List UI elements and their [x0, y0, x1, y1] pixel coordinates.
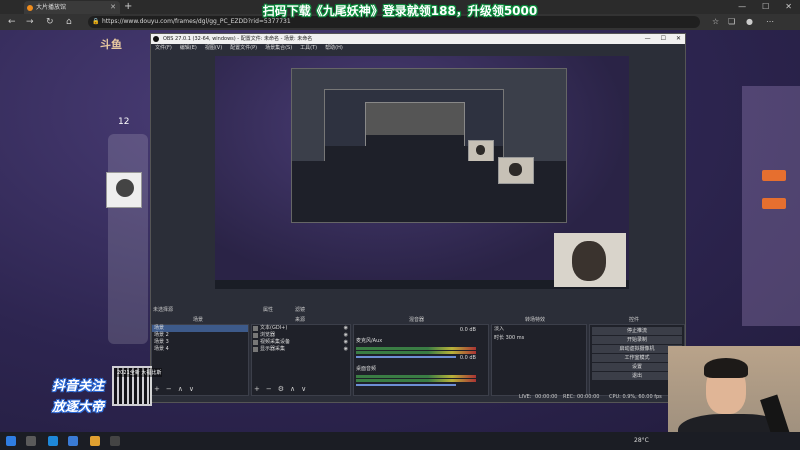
- nested-screen-2: [291, 68, 567, 223]
- obs-maximize-icon[interactable]: ☐: [661, 34, 666, 44]
- nested-webcam: [498, 157, 534, 184]
- source-item[interactable]: 显示器采集 ◉: [252, 346, 350, 353]
- edge-icon[interactable]: [48, 436, 58, 446]
- stop-streaming-button[interactable]: 停止推流: [592, 327, 682, 335]
- source-label: 显示器采集: [260, 346, 286, 352]
- mixer-track: 桌面音频 0.0 dB: [356, 355, 476, 386]
- weather-temp: 28°C: [634, 437, 649, 444]
- sources-dock: 文本(GDI+) ◉ 浏览器 ◉ 视频采集设备 ◉ 显示器采集 ◉ + − ⚙ …: [251, 324, 351, 396]
- streamer-hair: [704, 358, 748, 378]
- transition-duration-row: 时长 300 ms: [492, 334, 586, 343]
- controls-header: 控件: [629, 317, 640, 323]
- obs-taskbar-icon[interactable]: [110, 436, 120, 446]
- camera-icon: [253, 340, 258, 345]
- visibility-eye-icon[interactable]: ◉: [344, 325, 348, 332]
- gift-pill[interactable]: [762, 170, 786, 181]
- menu-file[interactable]: 文件(F): [155, 44, 172, 53]
- promo-banner: 扫码下载《九尾妖神》登录就领188，升级领5000: [262, 4, 538, 18]
- volume-meter: [356, 375, 476, 378]
- nested-webcam: [468, 140, 494, 162]
- visibility-eye-icon[interactable]: ◉: [344, 339, 348, 346]
- transitions-dock: 淡入 时长 300 ms: [491, 324, 587, 396]
- obs-status-bar: LIVE: 00:00:00 REC: 00:00:00 CPU: 0.9%, …: [151, 392, 687, 402]
- obs-close-icon[interactable]: ✕: [676, 34, 681, 44]
- mixer-db: 0.0 dB: [459, 355, 476, 361]
- obs-menu-bar: 文件(F) 编辑(E) 视图(V) 配置文件(P) 场景集合(S) 工具(T) …: [151, 44, 685, 53]
- site-logo[interactable]: 斗鱼: [100, 36, 122, 52]
- no-source-label: 未选择源: [153, 307, 174, 313]
- search-icon[interactable]: [26, 436, 36, 446]
- qr-caption: 2021全新 大福比斯: [116, 368, 163, 377]
- obs-minimize-icon[interactable]: —: [645, 34, 651, 44]
- mixer-header: 混音器: [409, 317, 425, 323]
- folder-icon[interactable]: [90, 436, 100, 446]
- dock-titles: 未选择源 属性 滤镜: [151, 306, 687, 314]
- obs-window: OBS 27.0.1 (32-64, windows) - 配置文件: 未命名 …: [150, 33, 686, 403]
- volume-meter: [356, 379, 476, 382]
- visibility-eye-icon[interactable]: ◉: [344, 332, 348, 339]
- source-label: 浏览器: [260, 332, 276, 338]
- mixer-track-name: 麦克风/Aux: [356, 338, 383, 344]
- side-count: 12: [118, 117, 130, 127]
- mixer-dock: 麦克风/Aux 0.0 dB 桌面音频 0.0 dB: [353, 324, 489, 396]
- scene-item[interactable]: 场景 2: [152, 332, 248, 339]
- scene-item[interactable]: 场景 4: [152, 346, 248, 353]
- mixer-track-name: 桌面音频: [356, 366, 377, 372]
- url-text: https://www.douyu.com/frames/dgl/gg_PC_E…: [102, 18, 291, 25]
- menu-help[interactable]: 帮助(H): [325, 44, 343, 53]
- duration-label: 时长: [494, 335, 505, 341]
- source-label: 视频采集设备: [260, 339, 291, 345]
- start-recording-button[interactable]: 开始录制: [592, 336, 682, 344]
- scenes-header: 场景: [193, 317, 204, 323]
- menu-scene-collection[interactable]: 场景集合(S): [265, 44, 292, 53]
- live-label: LIVE:: [519, 394, 532, 400]
- side-card: [108, 134, 148, 344]
- obs-title-text: OBS 27.0.1 (32-64, windows) - 配置文件: 未命名 …: [163, 36, 313, 42]
- browser-icon: [253, 333, 258, 338]
- scene-item[interactable]: 场景 3: [152, 339, 248, 346]
- app-icon[interactable]: [68, 436, 78, 446]
- scenes-dock: 场景 场景 2 场景 3 场景 4 + − ∧ ∨: [151, 324, 249, 396]
- cpu-fps: CPU: 0.9%, 60.00 fps: [609, 394, 662, 400]
- mixer-db: 0.0 dB: [459, 327, 476, 333]
- duration-input[interactable]: 300 ms: [506, 335, 525, 341]
- properties-tab[interactable]: 属性: [263, 306, 273, 313]
- text-icon: [253, 326, 258, 331]
- scene-item[interactable]: 场景: [152, 325, 248, 332]
- menu-profile[interactable]: 配置文件(P): [230, 44, 257, 53]
- rec-time: 00:00:00: [577, 394, 600, 400]
- volume-slider[interactable]: [356, 384, 456, 386]
- follow-line: 放逐大帝: [52, 400, 105, 415]
- source-item[interactable]: 文本(GDI+) ◉: [252, 325, 350, 332]
- monitor-icon: [253, 347, 258, 352]
- transitions-header: 转场特效: [525, 317, 546, 323]
- filters-tab[interactable]: 滤镜: [295, 306, 305, 313]
- menu-tools[interactable]: 工具(T): [300, 44, 317, 53]
- menu-view[interactable]: 视图(V): [205, 44, 222, 53]
- start-icon[interactable]: [6, 436, 16, 446]
- volume-meter: [356, 351, 476, 354]
- obs-title-bar: OBS 27.0.1 (32-64, windows) - 配置文件: 未命名 …: [151, 34, 685, 44]
- sources-header: 来源: [295, 317, 306, 323]
- visibility-eye-icon[interactable]: ◉: [344, 346, 348, 353]
- live-time: 00:00:00: [535, 394, 558, 400]
- follow-line: 抖音关注: [52, 379, 105, 394]
- anchor-avatar[interactable]: [106, 172, 142, 208]
- windows-taskbar: 28°C: [0, 432, 800, 450]
- source-item[interactable]: 视频采集设备 ◉: [252, 339, 350, 346]
- source-item[interactable]: 浏览器 ◉: [252, 332, 350, 339]
- gift-pill[interactable]: [762, 198, 786, 209]
- rec-label: REC:: [563, 394, 575, 400]
- follow-overlay: 抖音关注 放逐大帝: [52, 376, 104, 418]
- source-label: 文本(GDI+): [260, 325, 288, 331]
- volume-meter: [356, 347, 476, 350]
- obs-logo-icon: [153, 36, 159, 42]
- transition-select[interactable]: 淡入: [492, 325, 586, 334]
- menu-edit[interactable]: 编辑(E): [180, 44, 197, 53]
- dock-headers: 场景 来源 混音器 转场特效 控件: [151, 316, 687, 324]
- mixer-track: 麦克风/Aux 0.0 dB: [356, 327, 476, 358]
- stream-webcam-tile: [554, 233, 626, 287]
